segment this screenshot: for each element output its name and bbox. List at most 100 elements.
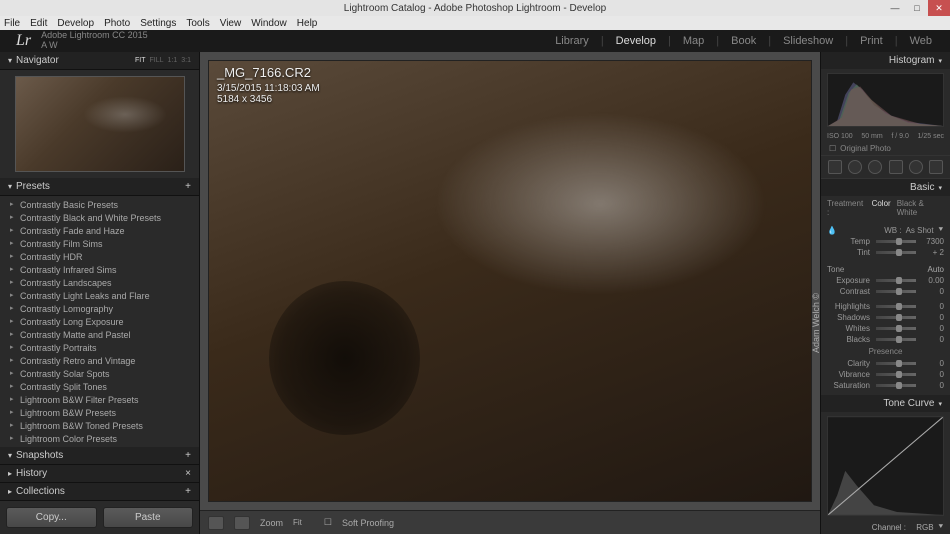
preset-folder[interactable]: Contrastly Matte and Pastel [0,328,199,341]
maximize-button[interactable]: □ [906,0,928,16]
nav-fit[interactable]: FIT [135,57,146,64]
menu-window[interactable]: Window [251,18,287,29]
auto-tone-button[interactable]: Auto [928,265,944,274]
menu-view[interactable]: View [220,18,242,29]
menu-settings[interactable]: Settings [140,18,176,29]
preset-folder[interactable]: Contrastly Fade and Haze [0,224,199,237]
before-after-icon[interactable] [234,516,250,530]
preset-folder[interactable]: Contrastly HDR [0,250,199,263]
preset-folder[interactable]: Contrastly Split Tones [0,380,199,393]
preset-folder[interactable]: Lightroom B&W Toned Presets [0,419,199,432]
preset-folder[interactable]: Lightroom Effect Presets [0,445,199,447]
saturation-slider[interactable] [876,384,916,387]
contrast-slider[interactable] [876,290,916,293]
radial-filter-icon[interactable] [909,160,923,174]
module-picker: Library| Develop| Map| Book| Slideshow| … [553,35,934,47]
module-web[interactable]: Web [908,35,934,47]
lr-logo: Lr [16,32,31,50]
preset-folder[interactable]: Contrastly Solar Spots [0,367,199,380]
identity-module-bar: Lr Adobe Lightroom CC 2015 A W Library| … [0,30,950,52]
nav-fill[interactable]: FILL [150,57,164,64]
vibrance-slider[interactable] [876,373,916,376]
collections-header[interactable]: ▸Collections+ [0,483,199,501]
module-book[interactable]: Book [729,35,758,47]
module-map[interactable]: Map [681,35,706,47]
brush-tool-icon[interactable] [929,160,943,174]
preset-folder[interactable]: Contrastly Retro and Vintage [0,354,199,367]
menubar: File Edit Develop Photo Settings Tools V… [0,16,950,30]
spot-tool-icon[interactable] [848,160,862,174]
minimize-button[interactable]: — [884,0,906,16]
preset-folder[interactable]: Lightroom B&W Presets [0,406,199,419]
paste-button[interactable]: Paste [103,507,194,528]
soft-proofing-label[interactable]: Soft Proofing [342,518,394,528]
original-photo-toggle[interactable]: ☐ Original Photo [821,142,950,155]
nav-1to1[interactable]: 1:1 [168,57,178,64]
image-viewer[interactable]: _MG_7166.CR2 3/15/2015 11:18:03 AM 5184 … [208,60,812,502]
channel-select[interactable]: RGB [916,523,933,532]
wb-select[interactable]: As Shot [906,226,934,235]
tool-strip [821,155,950,179]
grad-filter-icon[interactable] [889,160,903,174]
add-preset-icon[interactable]: + [185,181,191,192]
shadows-slider[interactable] [876,316,916,319]
nav-3to1[interactable]: 3:1 [181,57,191,64]
menu-photo[interactable]: Photo [104,18,130,29]
tone-curve-header[interactable]: Tone Curve▾ [821,395,950,412]
close-button[interactable]: ✕ [928,0,950,16]
redeye-tool-icon[interactable] [868,160,882,174]
histogram[interactable] [827,73,944,127]
window-titlebar: Lightroom Catalog - Adobe Photoshop Ligh… [0,0,950,16]
presets-list: Contrastly Basic Presets Contrastly Blac… [0,196,199,447]
preset-folder[interactable]: Contrastly Long Exposure [0,315,199,328]
presets-header[interactable]: ▾Presets + [0,178,199,196]
clarity-slider[interactable] [876,362,916,365]
preset-folder[interactable]: Contrastly Infrared Sims [0,263,199,276]
zoom-fit[interactable]: Fit [293,518,302,527]
tint-slider[interactable] [876,251,916,254]
preset-folder[interactable]: Lightroom B&W Filter Presets [0,393,199,406]
histogram-header[interactable]: Histogram▾ [821,52,950,69]
preset-folder[interactable]: Contrastly Black and White Presets [0,211,199,224]
preset-folder[interactable]: Contrastly Film Sims [0,237,199,250]
module-slideshow[interactable]: Slideshow [781,35,835,47]
module-print[interactable]: Print [858,35,885,47]
right-panel: Histogram▾ ISO 100 50 mm f / 9.0 1/25 se… [820,52,950,534]
highlights-slider[interactable] [876,305,916,308]
menu-tools[interactable]: Tools [186,18,209,29]
module-develop[interactable]: Develop [614,35,658,47]
menu-file[interactable]: File [4,18,20,29]
preset-folder[interactable]: Contrastly Lomography [0,302,199,315]
crop-tool-icon[interactable] [828,160,842,174]
menu-edit[interactable]: Edit [30,18,47,29]
preset-folder[interactable]: Contrastly Basic Presets [0,198,199,211]
preset-folder[interactable]: Lightroom Color Presets [0,432,199,445]
snapshots-header[interactable]: ▾Snapshots+ [0,447,199,465]
user-name: A W [41,41,148,51]
preset-folder[interactable]: Contrastly Light Leaks and Flare [0,289,199,302]
treatment-color[interactable]: Color [872,199,891,217]
left-panel: ▾Navigator FIT FILL 1:1 3:1 ▾Presets + C… [0,52,200,534]
navigator-header[interactable]: ▾Navigator FIT FILL 1:1 3:1 [0,52,199,70]
module-library[interactable]: Library [553,35,591,47]
develop-toolbar: Zoom Fit ☐ Soft Proofing [200,510,820,534]
image-filename: _MG_7166.CR2 [217,65,311,80]
history-header[interactable]: ▸History× [0,465,199,483]
tone-curve[interactable] [827,416,944,516]
treatment-bw[interactable]: Black & White [897,199,944,217]
window-title: Lightroom Catalog - Adobe Photoshop Ligh… [344,3,606,14]
basic-header[interactable]: Basic▾ [821,179,950,196]
watermark: Adam Welch © [811,293,821,353]
preset-folder[interactable]: Contrastly Landscapes [0,276,199,289]
whites-slider[interactable] [876,327,916,330]
preset-folder[interactable]: Contrastly Portraits [0,341,199,354]
temp-slider[interactable] [876,240,916,243]
blacks-slider[interactable] [876,338,916,341]
menu-help[interactable]: Help [297,18,318,29]
navigator-thumbnail[interactable] [15,76,185,172]
menu-develop[interactable]: Develop [57,18,94,29]
copy-button[interactable]: Copy... [6,507,97,528]
loupe-view-icon[interactable] [208,516,224,530]
eyedropper-icon[interactable]: 💧 [827,226,837,235]
exposure-slider[interactable] [876,279,916,282]
